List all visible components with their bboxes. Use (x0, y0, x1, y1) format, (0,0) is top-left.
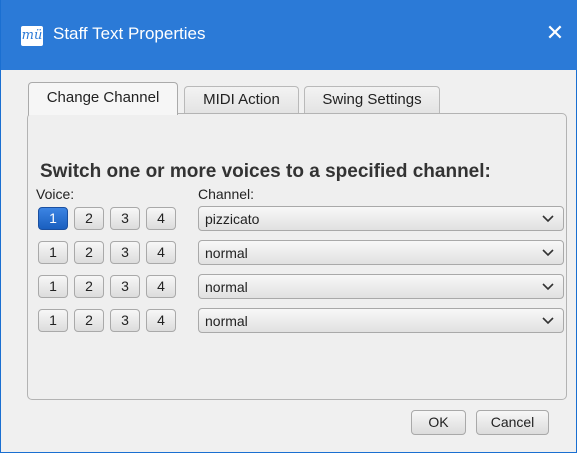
chevron-down-icon (542, 249, 554, 257)
channel-select-value: pizzicato (205, 211, 260, 227)
panel-heading: Switch one or more voices to a specified… (40, 161, 491, 182)
close-icon[interactable]: ✕ (542, 20, 568, 48)
voice-3-toggle-row-2[interactable]: 3 (110, 241, 140, 264)
voice-2-toggle-row-1[interactable]: 2 (74, 207, 104, 230)
window-title: Staff Text Properties (53, 24, 206, 43)
ok-button[interactable]: OK (411, 410, 466, 435)
voice-4-toggle-row-2[interactable]: 4 (146, 241, 176, 264)
voice-4-toggle-row-3[interactable]: 4 (146, 275, 176, 298)
voice-1-toggle-row-1[interactable]: 1 (38, 207, 68, 230)
voice-2-toggle-row-3[interactable]: 2 (74, 275, 104, 298)
voice-3-toggle-row-4[interactable]: 3 (110, 309, 140, 332)
voice-3-toggle-row-3[interactable]: 3 (110, 275, 140, 298)
channel-select-value: normal (205, 245, 248, 261)
tab-change-channel[interactable]: Change Channel (28, 82, 178, 115)
voice-2-toggle-row-2[interactable]: 2 (74, 241, 104, 264)
channel-select-row-3[interactable]: normal (198, 274, 564, 299)
channel-select-value: normal (205, 279, 248, 295)
chevron-down-icon (542, 215, 554, 223)
cancel-button[interactable]: Cancel (476, 410, 549, 435)
dialog-content: Change Channel MIDI Action Swing Setting… (11, 70, 567, 442)
channel-label: Channel: (198, 186, 255, 202)
voice-label: Voice: (36, 186, 75, 202)
musescore-app-icon: mü (21, 26, 43, 46)
chevron-down-icon (542, 317, 554, 325)
voice-1-toggle-row-4[interactable]: 1 (38, 309, 68, 332)
title-bar[interactable]: mü Staff Text Properties ✕ (1, 0, 577, 70)
voice-1-toggle-row-3[interactable]: 1 (38, 275, 68, 298)
channel-select-row-2[interactable]: normal (198, 240, 564, 265)
chevron-down-icon (542, 283, 554, 291)
voice-2-toggle-row-4[interactable]: 2 (74, 309, 104, 332)
tab-swing-settings[interactable]: Swing Settings (304, 86, 440, 113)
tab-midi-action[interactable]: MIDI Action (184, 86, 299, 113)
channel-select-row-4[interactable]: normal (198, 308, 564, 333)
channel-select-value: normal (205, 313, 248, 329)
voice-1-toggle-row-2[interactable]: 1 (38, 241, 68, 264)
voice-3-toggle-row-1[interactable]: 3 (110, 207, 140, 230)
channel-select-row-1[interactable]: pizzicato (198, 206, 564, 231)
dialog-window: mü Staff Text Properties ✕ Change Channe… (0, 0, 577, 453)
tab-panel: Switch one or more voices to a specified… (27, 113, 567, 400)
voice-4-toggle-row-4[interactable]: 4 (146, 309, 176, 332)
voice-4-toggle-row-1[interactable]: 4 (146, 207, 176, 230)
